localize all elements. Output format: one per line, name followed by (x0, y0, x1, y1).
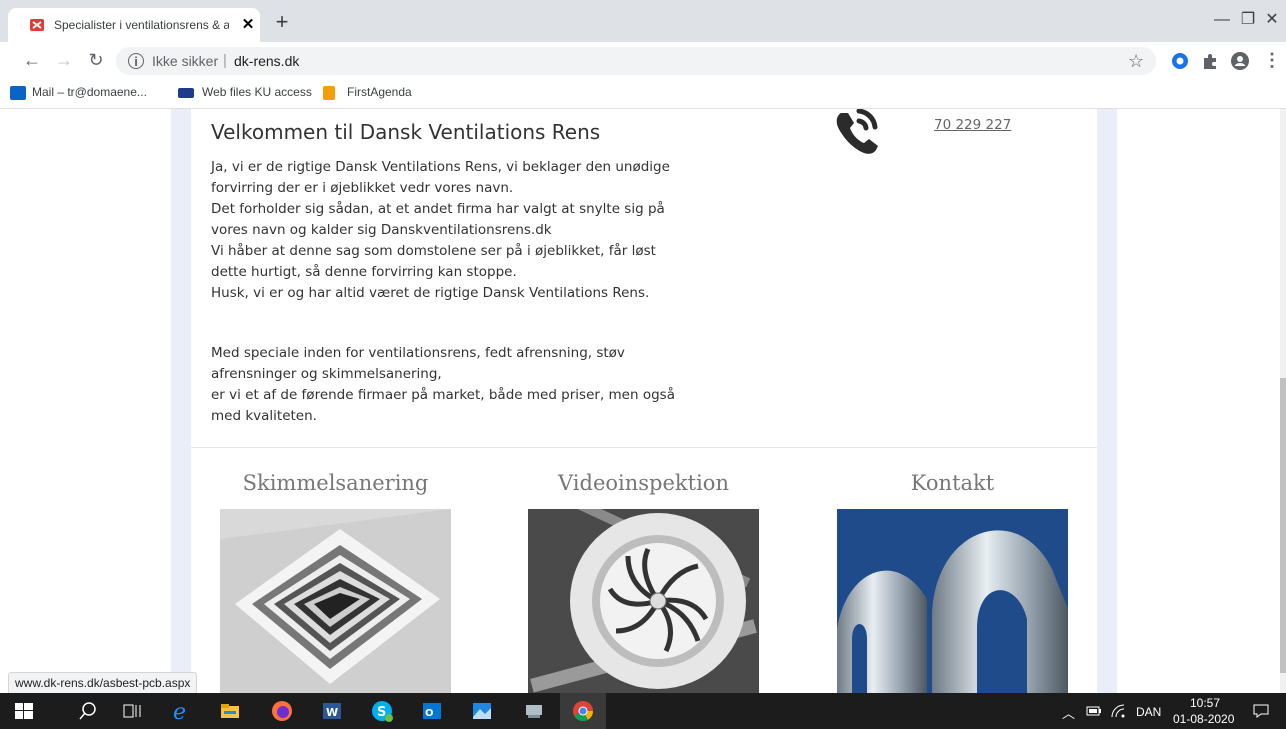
page-viewport: Velkommen til Dansk Ventilations Rens Ja… (0, 109, 1280, 693)
svg-text:e: e (173, 700, 186, 723)
battery-icon[interactable] (1086, 705, 1102, 717)
card-title-skimmelsanering[interactable]: Skimmelsanering (220, 471, 451, 495)
clock-time[interactable]: 10:57 (1190, 696, 1220, 710)
section-divider (191, 447, 1097, 448)
chrome-icon[interactable] (571, 699, 595, 723)
text-line: er vi et af de førende firmaer på market… (211, 387, 675, 403)
text-line: Det forholder sig sådan, at et andet fir… (211, 201, 665, 217)
outlook-icon (10, 86, 26, 100)
bookmark-mail[interactable]: Mail – tr@domaene... (32, 85, 147, 99)
outlook-taskbar-icon[interactable]: O (420, 699, 444, 723)
card-title-videoinspektion[interactable]: Videoinspektion (528, 471, 759, 495)
reload-icon[interactable]: ↻ (84, 48, 108, 72)
maximize-button[interactable]: ❐ (1236, 10, 1260, 30)
page-side-band (171, 109, 191, 693)
text-line: Husk, vi er og har altid været de rigtig… (211, 285, 650, 301)
network-drive-icon[interactable] (522, 699, 546, 723)
text-line: vores navn og kalder sig Danskventilatio… (211, 222, 552, 238)
duct-fan-image[interactable] (528, 509, 759, 693)
windows-taskbar: e W S O ︿ DAN 10:57 01-08-2020 (0, 693, 1286, 729)
extension-icon[interactable] (1170, 51, 1190, 71)
text-line: afrensninger og skimmelsanering, (211, 366, 442, 382)
puzzle-icon[interactable] (1200, 51, 1220, 71)
text-line: med kvaliteten. (211, 408, 317, 424)
text-line: forvirring der er i øjeblikket vedr vore… (211, 180, 514, 196)
browser-tab[interactable]: Specialister i ventilationsrens & a ✕ (8, 8, 260, 42)
page-title: Velkommen til Dansk Ventilations Rens (211, 120, 601, 144)
notification-icon[interactable] (1252, 703, 1270, 719)
skype-icon[interactable]: S (370, 699, 394, 723)
bookmark-star-icon[interactable]: ☆ (1128, 51, 1144, 72)
minimize-button[interactable]: — (1210, 10, 1234, 30)
back-arrow-icon[interactable]: ← (20, 48, 44, 72)
url-text[interactable]: dk-rens.dk (234, 53, 299, 69)
svg-text:O: O (425, 708, 434, 719)
steel-ducts-image[interactable] (837, 509, 1068, 693)
phone-icon (836, 109, 878, 154)
url-separator: | (223, 52, 227, 69)
info-icon[interactable]: i (128, 53, 144, 69)
forward-arrow-icon[interactable]: → (52, 48, 76, 72)
file-explorer-icon[interactable] (218, 699, 242, 723)
menu-dots-icon[interactable]: ⋮ (1260, 48, 1284, 72)
firstagenda-icon (323, 86, 335, 100)
browser-toolbar: ← → ↻ i Ikke sikker | dk-rens.dk ☆ ⋮ (0, 42, 1286, 78)
firefox-icon[interactable] (270, 699, 294, 723)
profile-icon[interactable] (1230, 51, 1250, 71)
word-icon[interactable]: W (320, 699, 344, 723)
ceiling-vent-image[interactable] (220, 509, 451, 693)
specialty-paragraph: Med speciale inden for ventilationsrens,… (211, 343, 675, 427)
tab-strip: Specialister i ventilationsrens & a ✕ + … (0, 0, 1286, 42)
bookmark-ku[interactable]: Web files KU access (202, 85, 312, 99)
bookmarks-bar: Mail – tr@domaene... Web files KU access… (0, 78, 1286, 109)
tab-title: Specialister i ventilationsrens & a (54, 18, 229, 32)
insecure-label: Ikke sikker (152, 53, 219, 69)
svg-text:W: W (326, 706, 338, 719)
language-indicator[interactable]: DAN (1136, 705, 1161, 719)
card-title-kontakt[interactable]: Kontakt (837, 471, 1068, 495)
text-line: Med speciale inden for ventilationsrens,… (211, 345, 625, 361)
tab-close-icon[interactable]: ✕ (238, 15, 258, 35)
tray-chevron-icon[interactable]: ︿ (1062, 703, 1075, 722)
clock-date[interactable]: 01-08-2020 (1173, 712, 1234, 726)
internet-explorer-icon[interactable]: e (170, 699, 194, 723)
scrollbar-thumb[interactable] (1280, 378, 1286, 673)
wifi-icon[interactable] (1110, 703, 1126, 719)
text-line: Vi håber at denne sag som domstolene ser… (211, 243, 656, 259)
intro-paragraph: Ja, vi er de rigtige Dansk Ventilations … (211, 157, 670, 304)
task-view-icon[interactable] (120, 699, 144, 723)
new-tab-button[interactable]: + (272, 11, 292, 33)
page-side-band (1097, 109, 1117, 693)
photos-icon[interactable] (470, 699, 494, 723)
address-bar[interactable]: i Ikke sikker | dk-rens.dk ☆ (116, 47, 1156, 75)
site-favicon-icon (30, 19, 44, 31)
search-icon[interactable] (76, 699, 100, 723)
close-window-button[interactable]: ✕ (1260, 10, 1284, 30)
phone-number-link[interactable]: 70 229 227 (934, 117, 1011, 133)
text-line: Ja, vi er de rigtige Dansk Ventilations … (211, 159, 670, 175)
windows-start-icon[interactable] (12, 699, 36, 723)
ku-icon (178, 88, 194, 98)
status-url-bubble: www.dk-rens.dk/asbest-pcb.aspx (8, 672, 198, 693)
svg-text:S: S (377, 705, 386, 720)
main-content: Velkommen til Dansk Ventilations Rens Ja… (191, 109, 1097, 693)
text-line: dette hurtigt, så denne forvirring kan s… (211, 264, 517, 280)
bookmark-firstagenda[interactable]: FirstAgenda (347, 85, 412, 99)
